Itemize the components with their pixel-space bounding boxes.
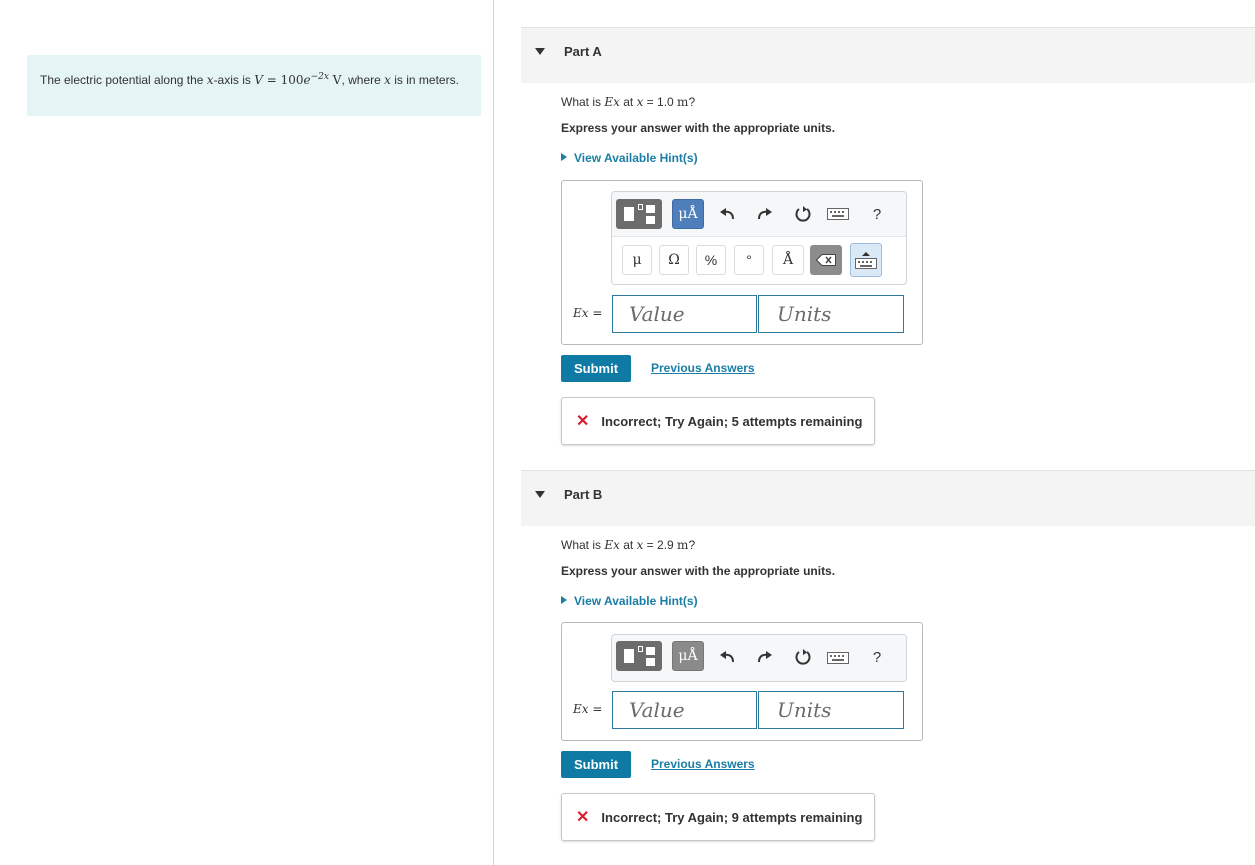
problem-text: The electric potential along the — [40, 73, 207, 87]
reset-icon[interactable] — [792, 647, 814, 667]
question-value: = 1.0 — [643, 95, 678, 109]
question-text: ? — [688, 538, 696, 552]
keyboard-icon[interactable] — [826, 206, 850, 222]
toolbar-row-1: μÅ ? — [612, 192, 906, 236]
help-icon[interactable]: ? — [866, 647, 888, 667]
error-x-icon: ✕ — [576, 809, 590, 826]
feedback-text: Incorrect; Try Again; 9 attempts remaini… — [601, 809, 863, 825]
part-b-units-input[interactable]: Units — [758, 691, 904, 729]
part-a-answer-box: μÅ ? μ Ω % ° Å Ex = Value Units — [561, 180, 923, 345]
problem-statement: The electric potential along the x-axis … — [27, 55, 481, 116]
part-a-feedback: ✕ Incorrect; Try Again; 5 attempts remain… — [561, 397, 876, 445]
part-b-math-toolbar: μÅ ? — [611, 634, 907, 682]
redo-icon[interactable] — [754, 204, 776, 224]
collapse-triangle-icon[interactable] — [535, 48, 545, 55]
problem-pane: The electric potential along the x-axis … — [0, 0, 494, 865]
math-unit: m — [677, 95, 689, 109]
math-symbol: Ex — [604, 95, 620, 109]
expand-caret-icon — [561, 153, 567, 161]
problem-text: , where — [341, 73, 385, 87]
expand-caret-icon — [561, 596, 567, 604]
part-b-previous-answers-link[interactable]: Previous Answers — [651, 757, 755, 771]
math-unit: m — [677, 538, 689, 552]
hint-label: View Available Hint(s) — [574, 594, 698, 608]
parts-pane: Part A What is Ex at x = 1.0 m? Express … — [495, 0, 1255, 865]
question-text: at — [619, 538, 637, 552]
toolbar-row-2: μ Ω % ° Å — [612, 236, 906, 284]
units-button[interactable]: μÅ — [672, 199, 704, 229]
backspace-icon[interactable] — [810, 245, 842, 275]
hint-label: View Available Hint(s) — [574, 151, 698, 165]
part-b-hint-link[interactable]: View Available Hint(s) — [561, 594, 698, 608]
keyboard-toggle-icon[interactable] — [850, 243, 882, 277]
part-b-value-input[interactable]: Value — [612, 691, 757, 729]
part-a-math-toolbar: μÅ ? μ Ω % ° Å — [611, 191, 907, 285]
part-a-header[interactable]: Part A — [521, 27, 1255, 83]
math-exponent: −2x — [310, 72, 329, 82]
undo-icon[interactable] — [716, 204, 738, 224]
math-var: x — [206, 73, 214, 87]
collapse-triangle-icon[interactable] — [535, 491, 545, 498]
part-a-question: What is Ex at x = 1.0 m? — [561, 95, 695, 109]
math-var: V — [254, 73, 263, 87]
undo-icon[interactable] — [716, 647, 738, 667]
math-var: e — [303, 73, 311, 87]
degree-button[interactable]: ° — [734, 245, 764, 275]
question-value: = 2.9 — [643, 538, 678, 552]
part-b-answer-box: μÅ ? Ex = Value Units — [561, 622, 923, 741]
question-text: What is — [561, 538, 605, 552]
feedback-text: Incorrect; Try Again; 5 attempts remaini… — [601, 413, 863, 429]
percent-button[interactable]: % — [696, 245, 726, 275]
field-label: Ex = — [573, 306, 603, 320]
part-a-instruction: Express your answer with the appropriate… — [561, 121, 836, 135]
part-a-submit-button[interactable]: Submit — [561, 355, 631, 382]
problem-text: -axis is — [213, 73, 255, 87]
part-a-value-input[interactable]: Value — [612, 295, 757, 333]
help-icon[interactable]: ? — [866, 204, 888, 224]
part-a-previous-answers-link[interactable]: Previous Answers — [651, 361, 755, 375]
math-unit: V — [328, 73, 342, 87]
math-var: x — [384, 73, 391, 87]
problem-text: is in meters. — [390, 73, 459, 87]
question-text: What is — [561, 95, 605, 109]
keyboard-icon[interactable] — [826, 650, 850, 666]
field-label: Ex = — [573, 702, 603, 716]
angstrom-button[interactable]: Å — [772, 245, 804, 275]
question-text: at — [619, 95, 637, 109]
reset-icon[interactable] — [792, 204, 814, 224]
templates-icon[interactable] — [616, 199, 662, 229]
part-b-question: What is Ex at x = 2.9 m? — [561, 538, 695, 552]
part-b-feedback: ✕ Incorrect; Try Again; 9 attempts remain… — [561, 793, 876, 841]
math-text: = 100 — [262, 73, 304, 87]
toolbar-row-1: μÅ ? — [612, 635, 906, 681]
templates-icon[interactable] — [616, 641, 662, 671]
question-text: ? — [688, 95, 696, 109]
part-b-label: Part B — [564, 487, 603, 502]
part-b-submit-button[interactable]: Submit — [561, 751, 631, 778]
part-a-hint-link[interactable]: View Available Hint(s) — [561, 151, 698, 165]
error-x-icon: ✕ — [576, 413, 590, 430]
math-symbol: Ex — [604, 538, 620, 552]
part-b-header[interactable]: Part B — [521, 470, 1255, 526]
redo-icon[interactable] — [754, 647, 776, 667]
mu-button[interactable]: μ — [622, 245, 652, 275]
part-a-label: Part A — [564, 44, 602, 59]
part-a-units-input[interactable]: Units — [758, 295, 904, 333]
part-b-instruction: Express your answer with the appropriate… — [561, 564, 836, 578]
units-button[interactable]: μÅ — [672, 641, 704, 671]
omega-button[interactable]: Ω — [659, 245, 689, 275]
